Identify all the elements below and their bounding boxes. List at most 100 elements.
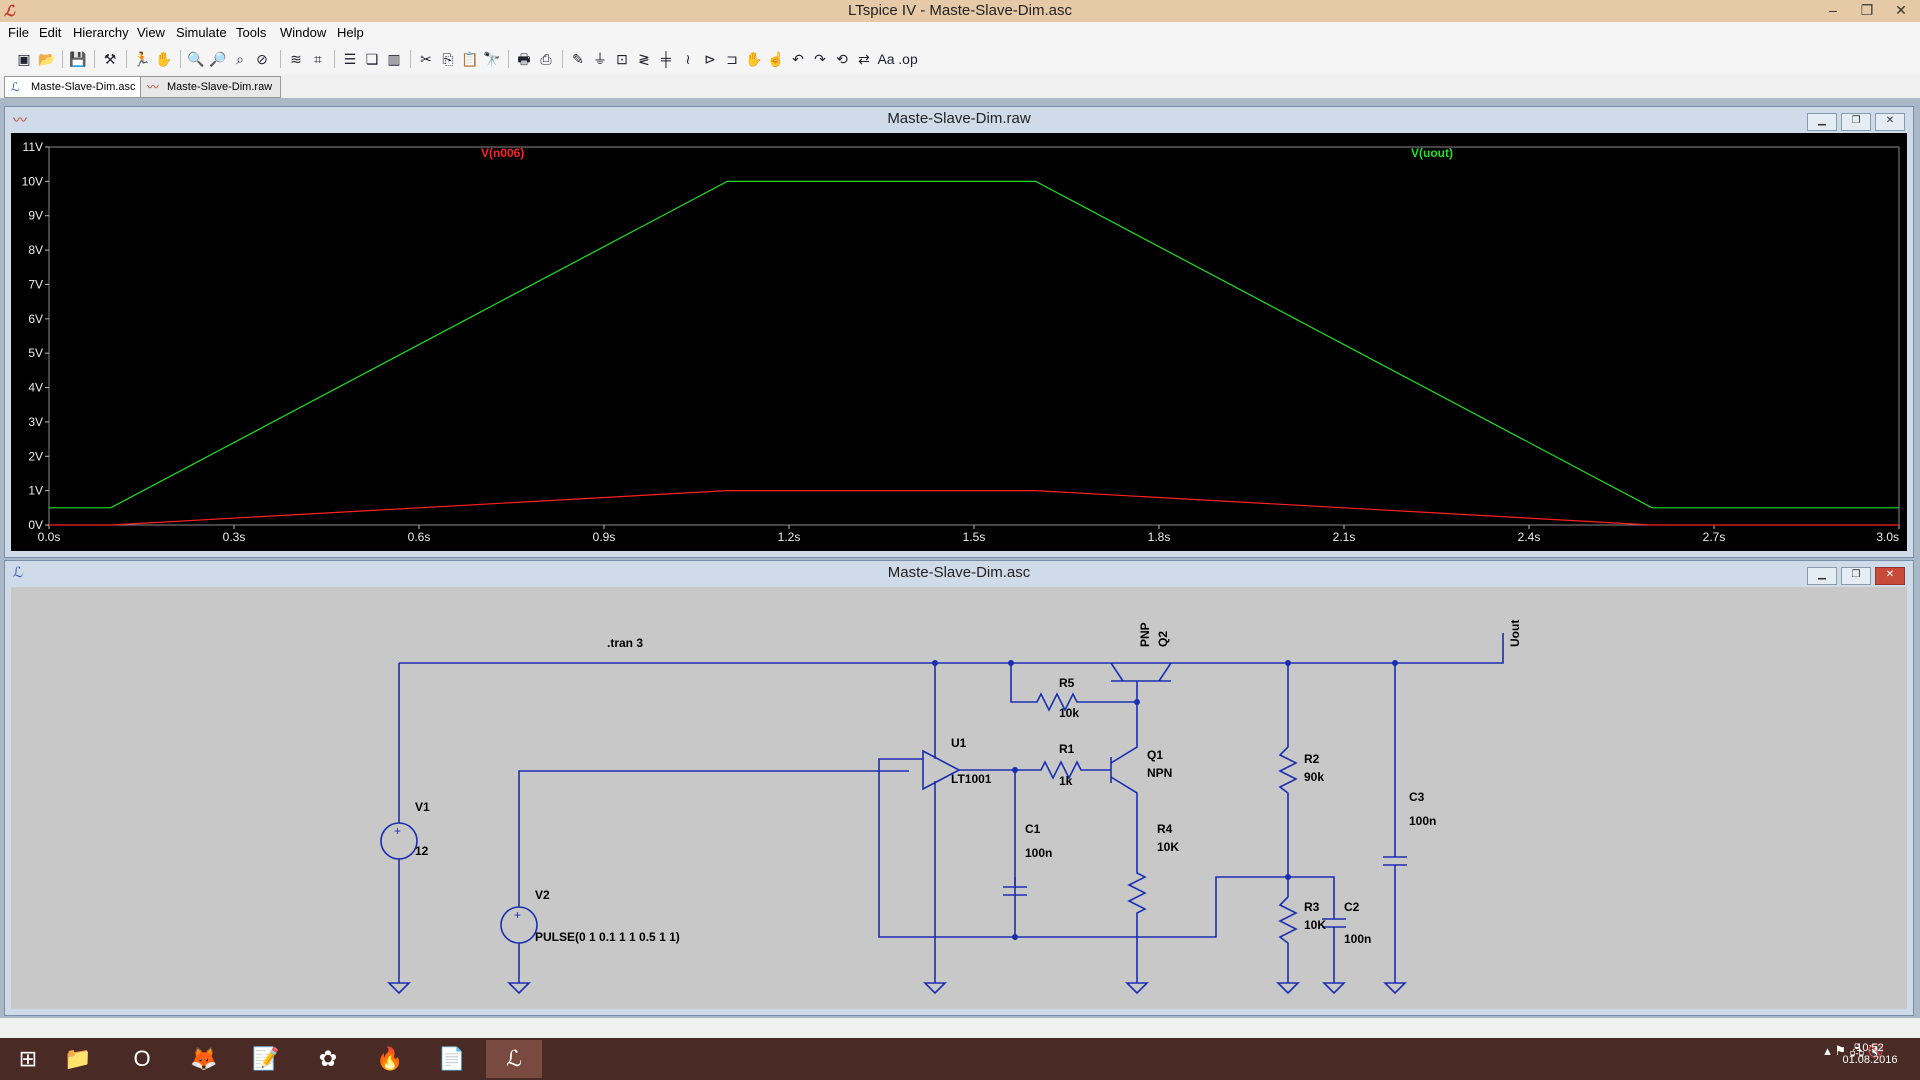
close-button[interactable]: ✕ (1884, 0, 1918, 22)
rotate-icon[interactable]: ⟲ (832, 49, 852, 69)
move-icon[interactable]: ✋ (744, 49, 764, 69)
print-icon[interactable]: 🖶 (514, 49, 534, 69)
autorange-icon[interactable]: ≋ (286, 49, 306, 69)
mirror-icon[interactable]: ⇄ (854, 49, 874, 69)
q2-value[interactable]: PNP (1138, 622, 1152, 647)
waveform-chart[interactable]: 0V1V2V3V4V5V6V7V8V9V10V11V0.0s 0.3s 0.6s 0.… (11, 133, 1905, 549)
find-icon[interactable]: 🔭 (482, 49, 502, 69)
tile-horizontal-icon[interactable]: ☰ (340, 49, 360, 69)
c3-name[interactable]: C3 (1409, 790, 1425, 804)
text-icon[interactable]: Aa (876, 49, 896, 69)
v2-name[interactable]: V2 (535, 888, 550, 902)
cut-icon[interactable]: ✂ (416, 49, 436, 69)
menu-edit[interactable]: Edit (39, 25, 61, 40)
r5-name[interactable]: R5 (1059, 676, 1075, 690)
save-icon[interactable]: 💾 (68, 49, 88, 69)
zoom-cancel-icon[interactable]: ⊘ (252, 49, 272, 69)
redo-icon[interactable]: ↷ (810, 49, 830, 69)
r3-name[interactable]: R3 (1304, 900, 1320, 914)
schematic-drawing[interactable]: + + .tran 3 V1 12 V2 PULSE(0 1 0.1 1 1 0… (11, 587, 1905, 1007)
u1-value[interactable]: LT1001 (951, 772, 992, 786)
gimp-icon[interactable]: ✿ (300, 1040, 356, 1078)
r1-value[interactable]: 1k (1059, 774, 1073, 788)
clock-time: 10:52 (1856, 1042, 1884, 1054)
cascade-icon[interactable]: ❏ (362, 49, 382, 69)
schematic-canvas[interactable]: + + .tran 3 V1 12 V2 PULSE(0 1 0.1 1 1 0… (11, 587, 1907, 1009)
r2-value[interactable]: 90k (1304, 770, 1324, 784)
menu-window[interactable]: Window (280, 25, 326, 40)
zoom-fit-icon[interactable]: ⌕ (230, 49, 250, 69)
tab-waveform[interactable]: 〰 Maste-Slave-Dim.raw (140, 76, 282, 98)
delete-trace-icon[interactable]: ⌗ (308, 49, 328, 69)
u1-name[interactable]: U1 (951, 736, 967, 750)
ltspice-icon[interactable]: ℒ (486, 1040, 542, 1078)
drag-icon[interactable]: ☝ (766, 49, 786, 69)
opera-icon[interactable]: O (114, 1040, 170, 1078)
tile-vertical-icon[interactable]: ▥ (384, 49, 404, 69)
file-explorer-icon[interactable]: 📁 (50, 1040, 106, 1078)
c2-name[interactable]: C2 (1344, 900, 1360, 914)
v1-value[interactable]: 12 (415, 844, 429, 858)
menu-file[interactable]: File (8, 25, 29, 40)
run-icon[interactable]: 🏃 (132, 49, 152, 69)
schematic-restore-button[interactable]: ❐ (1841, 567, 1871, 585)
waveform-icon: 〰 (147, 80, 160, 94)
ground-icon[interactable]: ⏚ (590, 49, 610, 69)
c1-name[interactable]: C1 (1025, 822, 1041, 836)
label-net-icon[interactable]: ⊡ (612, 49, 632, 69)
print-preview-icon[interactable]: ⎙ (536, 49, 556, 69)
menu-help[interactable]: Help (337, 25, 364, 40)
q1-value[interactable]: NPN (1147, 766, 1172, 780)
capacitor-icon[interactable]: ╪ (656, 49, 676, 69)
zoom-in-icon[interactable]: 🔍 (186, 49, 206, 69)
resistor-icon[interactable]: ≷ (634, 49, 654, 69)
firefox-icon[interactable]: 🦊 (176, 1040, 232, 1078)
uout-net-label[interactable]: Uout (1508, 620, 1522, 647)
schematic-close-button[interactable]: ✕ (1875, 567, 1905, 585)
new-schematic-icon[interactable]: ▣ (14, 49, 34, 69)
restore-button[interactable]: ❐ (1850, 0, 1884, 22)
r4-value[interactable]: 10K (1157, 840, 1179, 854)
minimize-button[interactable]: – (1816, 0, 1850, 22)
q1-name[interactable]: Q1 (1147, 748, 1163, 762)
r2-name[interactable]: R2 (1304, 752, 1320, 766)
pdf-icon[interactable]: 📄 (424, 1040, 480, 1078)
clock[interactable]: 10:52 01.08.2016 (1830, 1042, 1910, 1066)
menu-tools[interactable]: Tools (236, 25, 266, 40)
v1-name[interactable]: V1 (415, 800, 430, 814)
copy-icon[interactable]: ⎘ (438, 49, 458, 69)
c2-value[interactable]: 100n (1344, 932, 1371, 946)
inductor-icon[interactable]: ≀ (678, 49, 698, 69)
undo-icon[interactable]: ↶ (788, 49, 808, 69)
q2-name[interactable]: Q2 (1156, 631, 1170, 647)
r3-value[interactable]: 10K (1304, 918, 1326, 932)
waveform-plot[interactable]: 0V 1V 2V 3V 4V 5V 6V 7V 8V 9V 10V 11V 0.0s 0.3s 0.6s 0.… (11, 133, 1907, 551)
open-icon[interactable]: 📂 (37, 49, 57, 69)
c3-value[interactable]: 100n (1409, 814, 1436, 828)
draw-wire-icon[interactable]: ✎ (568, 49, 588, 69)
r5-value[interactable]: 10k (1059, 706, 1079, 720)
r1-name[interactable]: R1 (1059, 742, 1075, 756)
zoom-out-icon[interactable]: 🔎 (208, 49, 228, 69)
waveform-minimize-button[interactable]: ▁ (1807, 113, 1837, 131)
c1-value[interactable]: 100n (1025, 846, 1052, 860)
torch-icon[interactable]: 🔥 (362, 1040, 418, 1078)
windows-start-icon[interactable]: ⊞ (0, 1040, 56, 1078)
halt-icon[interactable]: ✋ (154, 49, 174, 69)
tran-directive[interactable]: .tran 3 (607, 636, 643, 650)
diode-icon[interactable]: ⊳ (700, 49, 720, 69)
menu-view[interactable]: View (137, 25, 165, 40)
r4-name[interactable]: R4 (1157, 822, 1173, 836)
schematic-minimize-button[interactable]: ▁ (1807, 567, 1837, 585)
control-panel-icon[interactable]: ⚒ (100, 49, 120, 69)
tab-schematic[interactable]: ℒ Maste-Slave-Dim.asc (4, 76, 145, 98)
waveform-restore-button[interactable]: ❐ (1841, 113, 1871, 131)
waveform-close-button[interactable]: ✕ (1875, 113, 1905, 131)
paste-icon[interactable]: 📋 (460, 49, 480, 69)
component-icon[interactable]: ⊐ (722, 49, 742, 69)
menu-simulate[interactable]: Simulate (176, 25, 227, 40)
menu-hierarchy[interactable]: Hierarchy (73, 25, 129, 40)
notepad-icon[interactable]: 📝 (238, 1040, 294, 1078)
spice-directive-icon[interactable]: .op (898, 49, 918, 69)
v2-value[interactable]: PULSE(0 1 0.1 1 1 0.5 1 1) (535, 930, 680, 944)
